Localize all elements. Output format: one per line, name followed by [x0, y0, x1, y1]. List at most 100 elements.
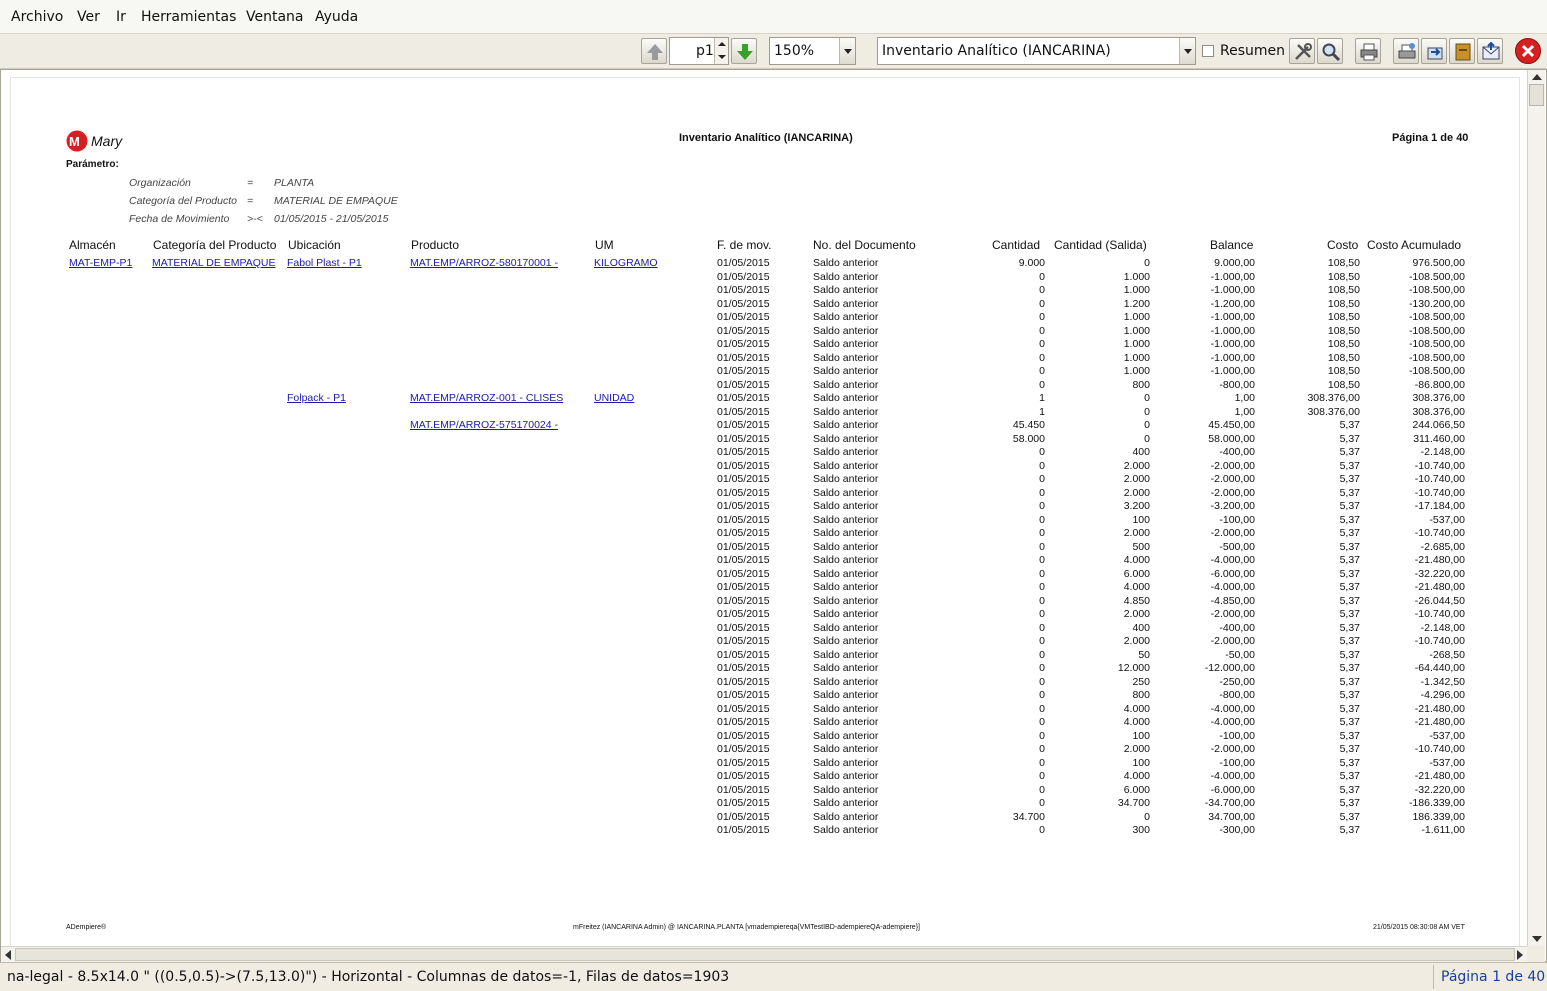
cell-salida: 1.000: [1123, 365, 1150, 377]
cell-costo-acumulado: -108.500,00: [1408, 311, 1465, 323]
cell-documento: Saldo anterior: [813, 500, 879, 512]
table-row: 01/05/2015 Saldo anterior 45.450 0 45.450,00…: [11, 419, 1511, 433]
zoom-select[interactable]: 150%: [769, 37, 856, 65]
cell-salida: 100: [1132, 729, 1150, 742]
menu-ayuda[interactable]: Ayuda: [315, 9, 358, 25]
search-icon: [1322, 43, 1341, 62]
table-row: 01/05/2015 Saldo anterior 0 2.000 -2.000,00 5…: [11, 460, 1511, 474]
previous-page-button[interactable]: [641, 38, 667, 64]
cell-salida: 4.000: [1123, 702, 1150, 715]
cell-balance: 9.000,00: [1214, 257, 1255, 269]
vertical-scroll-thumb[interactable]: [1529, 84, 1544, 106]
footer-right: 21/05/2015 08:30:08 AM VET: [1373, 924, 1465, 931]
report-select[interactable]: Inventario Analítico (IANCARINA): [877, 37, 1196, 65]
cell-fecha: 01/05/2015: [717, 756, 770, 769]
cell-cantidad: 0: [1039, 797, 1045, 809]
report-page: M Mary Inventario Analítico (IANCARINA) …: [11, 78, 1519, 948]
cell-balance: -1.000,00: [1210, 324, 1255, 337]
cell-cantidad: 0: [1039, 324, 1045, 337]
scroll-right-icon[interactable]: [1517, 950, 1523, 960]
cell-balance: -2.000,00: [1210, 635, 1255, 647]
cell-balance: 1,00: [1234, 392, 1255, 404]
table-row: 01/05/2015 Saldo anterior 0 4.850 -4.850,00 5…: [11, 595, 1511, 609]
cell-cantidad: 0: [1039, 675, 1045, 688]
company-logo: M: [65, 130, 89, 152]
cell-salida: 4.000: [1123, 716, 1150, 728]
print-preview-button[interactable]: [1393, 38, 1419, 64]
cell-fecha: 01/05/2015: [717, 378, 770, 391]
find-button[interactable]: [1317, 38, 1343, 64]
cell-documento: Saldo anterior: [813, 419, 879, 431]
table-row: 01/05/2015 Saldo anterior 58.000 0 58.000,00…: [11, 433, 1511, 447]
table-row: 01/05/2015 Saldo anterior 0 2.000 -2.000,00 5…: [11, 608, 1511, 622]
print-button[interactable]: [1355, 38, 1381, 64]
cell-balance: -4.000,00: [1210, 554, 1255, 566]
close-button[interactable]: [1515, 38, 1541, 64]
menu-archivo[interactable]: Archivo: [11, 9, 63, 25]
scroll-left-icon[interactable]: [5, 950, 11, 960]
cell-balance: -34.700,00: [1204, 797, 1255, 809]
cell-cantidad: 0: [1039, 621, 1045, 634]
cell-costo: 5,37: [1339, 473, 1360, 485]
menu-ventana[interactable]: Ventana: [246, 9, 304, 25]
cell-cantidad: 0: [1039, 540, 1045, 553]
table-row: 01/05/2015 Saldo anterior 0 4.000 -4.000,00 5…: [11, 581, 1511, 595]
next-page-button[interactable]: [731, 38, 757, 64]
cell-cantidad: 0: [1039, 500, 1045, 512]
cell-documento: Saldo anterior: [813, 284, 879, 296]
cell-costo: 5,37: [1339, 446, 1360, 458]
menu-ir[interactable]: Ir: [116, 9, 126, 25]
cell-costo: 5,37: [1339, 729, 1360, 742]
summary-checkbox[interactable]: [1202, 45, 1214, 57]
cell-costo-acumulado: -21.480,00: [1414, 581, 1465, 593]
cell-costo-acumulado: -86.800,00: [1414, 378, 1465, 391]
scroll-up-icon[interactable]: [1532, 74, 1542, 80]
page-spinner[interactable]: [714, 38, 728, 64]
cell-fecha: 01/05/2015: [717, 446, 770, 458]
cell-fecha: 01/05/2015: [717, 500, 770, 512]
horizontal-scroll-thumb[interactable]: [15, 948, 1515, 961]
cell-cantidad: 0: [1039, 608, 1045, 620]
cell-costo-acumulado: 308.376,00: [1412, 392, 1465, 404]
cell-cantidad: 0: [1039, 594, 1045, 607]
table-row: 01/05/2015 Saldo anterior 0 4.000 -4.000,00 5…: [11, 716, 1511, 730]
cell-cantidad: 0: [1039, 338, 1045, 350]
cell-cantidad: 58.000: [1012, 432, 1045, 445]
cell-cantidad: 0: [1039, 365, 1045, 377]
cell-documento: Saldo anterior: [813, 297, 879, 310]
export-button[interactable]: [1421, 38, 1447, 64]
cell-fecha: 01/05/2015: [717, 594, 770, 607]
menu-ver[interactable]: Ver: [77, 9, 100, 25]
cell-costo-acumulado: -64.440,00: [1414, 662, 1465, 674]
cell-balance: -4.850,00: [1210, 594, 1255, 607]
page-input[interactable]: p1: [669, 37, 729, 65]
table-row: 01/05/2015 Saldo anterior 0 50 -50,00 5,37 -26…: [11, 649, 1511, 663]
cell-costo: 308.376,00: [1307, 405, 1360, 418]
cell-costo-acumulado: -10.740,00: [1414, 459, 1465, 472]
send-mail-button[interactable]: [1477, 38, 1503, 64]
scroll-down-icon[interactable]: [1532, 936, 1542, 942]
archive-button[interactable]: [1449, 38, 1475, 64]
cell-balance: -4.000,00: [1210, 581, 1255, 593]
customize-button[interactable]: [1289, 38, 1315, 64]
cell-documento: Saldo anterior: [813, 621, 879, 634]
cell-documento: Saldo anterior: [813, 257, 879, 269]
cell-cantidad: 0: [1039, 554, 1045, 566]
table-row: 01/05/2015 Saldo anterior 0 1.200 -1.200,00 1…: [11, 298, 1511, 312]
menu-herramientas[interactable]: Herramientas: [141, 9, 236, 25]
cell-cantidad: 0: [1039, 473, 1045, 485]
table-row: 01/05/2015 Saldo anterior 0 2.000 -2.000,00 5…: [11, 487, 1511, 501]
cell-fecha: 01/05/2015: [717, 527, 770, 539]
cell-documento: Saldo anterior: [813, 405, 879, 418]
cell-documento: Saldo anterior: [813, 338, 879, 350]
cell-costo-acumulado: -26.044,50: [1414, 594, 1465, 607]
horizontal-scrollbar[interactable]: [1, 946, 1527, 962]
cell-fecha: 01/05/2015: [717, 729, 770, 742]
vertical-scrollbar[interactable]: [1527, 70, 1545, 946]
cell-salida: 4.850: [1123, 594, 1150, 607]
cell-fecha: 01/05/2015: [717, 486, 770, 499]
cell-balance: -800,00: [1219, 378, 1255, 391]
cell-balance: -1.200,00: [1210, 297, 1255, 310]
cell-costo: 5,37: [1339, 621, 1360, 634]
cell-salida: 50: [1138, 648, 1150, 661]
